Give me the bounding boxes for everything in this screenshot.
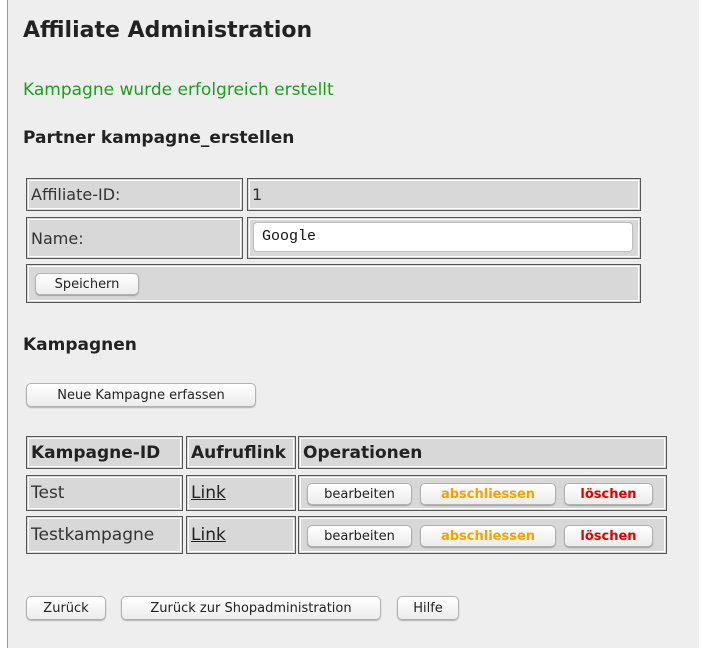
edit-button[interactable]: bearbeiten xyxy=(307,483,412,505)
name-input-cell: Google xyxy=(247,217,641,259)
save-button[interactable]: Speichern xyxy=(35,273,139,295)
col-header-kampagne-id: Kampagne-ID xyxy=(26,436,183,469)
col-header-operationen: Operationen xyxy=(298,436,667,469)
campaign-id: Test xyxy=(31,483,65,503)
affiliate-id-value: 1 xyxy=(252,185,263,204)
delete-button[interactable]: löschen xyxy=(564,483,653,505)
col-header-aufruflink: Aufruflink xyxy=(186,436,296,469)
campaign-link[interactable]: Link xyxy=(191,517,226,553)
table-row-1-id-cell: Test xyxy=(26,475,183,511)
page-title: Affiliate Administration xyxy=(23,18,313,43)
back-to-shop-button[interactable]: Zurück zur Shopadministration xyxy=(121,596,381,620)
edit-button[interactable]: bearbeiten xyxy=(307,525,412,547)
col-header-operationen-label: Operationen xyxy=(303,442,423,463)
finish-button[interactable]: abschliessen xyxy=(420,525,556,547)
back-button[interactable]: Zurück xyxy=(26,596,106,620)
table-row-2-ops-cell: bearbeiten abschliessen löschen xyxy=(298,516,667,554)
campaign-id: Testkampagne xyxy=(31,525,155,545)
new-campaign-button[interactable]: Neue Kampagne erfassen xyxy=(26,383,256,407)
help-button[interactable]: Hilfe xyxy=(397,596,459,620)
campaigns-heading: Kampagnen xyxy=(23,335,137,355)
name-input[interactable]: Google xyxy=(253,222,633,252)
admin-panel: Affiliate Administration Kampagne wurde … xyxy=(7,0,699,648)
partner-heading: Partner kampagne_erstellen xyxy=(23,128,295,148)
name-label: Name: xyxy=(31,228,84,248)
table-row-2-id-cell: Testkampagne xyxy=(26,516,183,554)
success-message: Kampagne wurde erfolgreich erstellt xyxy=(23,80,334,100)
col-header-kampagne-id-label: Kampagne-ID xyxy=(31,442,161,463)
save-row-cell: Speichern xyxy=(26,264,641,303)
table-row-1-link-cell: Link xyxy=(186,475,296,511)
affiliate-id-label-cell: Affiliate-ID: xyxy=(26,178,243,211)
delete-button[interactable]: löschen xyxy=(564,525,653,547)
affiliate-id-value-cell: 1 xyxy=(247,178,641,211)
table-row-1-ops-cell: bearbeiten abschliessen löschen xyxy=(298,475,667,511)
campaign-link[interactable]: Link xyxy=(191,476,226,510)
name-label-cell: Name: xyxy=(26,217,243,259)
finish-button[interactable]: abschliessen xyxy=(420,483,556,505)
affiliate-id-label: Affiliate-ID: xyxy=(31,185,121,204)
table-row-2-link-cell: Link xyxy=(186,516,296,554)
col-header-aufruflink-label: Aufruflink xyxy=(191,442,286,463)
